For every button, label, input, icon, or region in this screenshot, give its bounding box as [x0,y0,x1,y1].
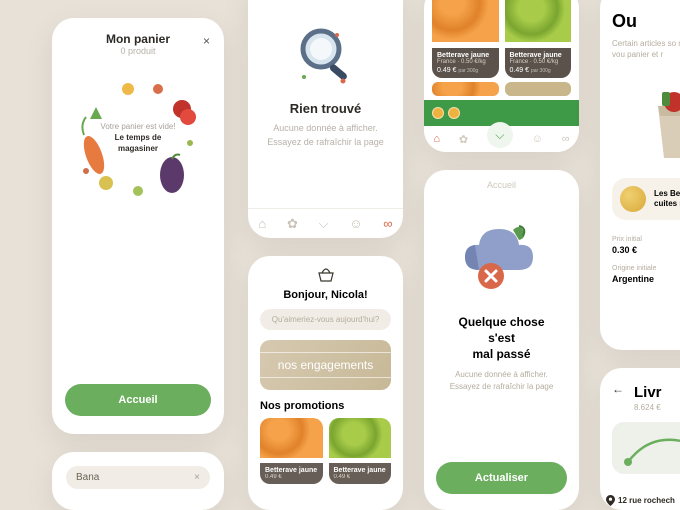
nav-basket-icon[interactable]: ⌵ [319,216,329,232]
screen-cart: Mon panier 0 produit × Votre panier [52,18,224,434]
refresh-button[interactable]: Actualiser [436,462,568,494]
breadcrumb: Accueil [424,170,579,204]
cart-header: Mon panier 0 produit [52,18,224,58]
screen-search-chip: Bana × [52,452,224,510]
delivery-map[interactable] [612,422,680,474]
empty-cart-text: Votre panier est vide! Le temps de magas… [73,72,203,202]
nav-link-icon[interactable]: ∞ [562,133,570,145]
bottom-nav: ⌂ ✿ ⌵ ☺ ∞ [248,208,403,238]
origin-value: Argentine [612,274,680,284]
nav-user-icon[interactable]: ☺ [349,216,362,231]
basket-icon [260,268,391,285]
section-title: Nos promotions [260,400,391,412]
engagement-banner[interactable]: nos engagements [260,340,391,390]
cloud-error-illustration [424,222,579,300]
cart-subtitle: 0 produit [52,46,224,56]
screen-error: Accueil Quelque chose s'estmal passé Auc… [424,170,579,510]
address-pin: 12 rue rochech [606,495,675,506]
product-card[interactable]: Betterave jaune0.49 € [260,418,323,484]
price-label: Prix initial [612,236,680,243]
product-row[interactable]: Les Betterav cuites sous-v [612,178,680,220]
screen-home: Bonjour, Nicola! Qu'aimeriez-vous aujour… [248,256,403,510]
page-title: Ou [612,11,680,32]
magnifier-illustration [248,0,403,93]
cart-title: Mon panier [52,32,224,46]
cart-item-dot [448,107,460,119]
back-icon[interactable]: ← [612,382,624,396]
nav-user-icon[interactable]: ☺ [532,133,543,145]
grocery-bag-illustration [612,72,680,164]
product-thumb [620,186,646,212]
close-icon[interactable]: × [203,34,210,48]
empty-desc: Aucune donnée à afficher.Essayez de rafr… [262,122,389,149]
empty-cart-illustration: Votre panier est vide! Le temps de magas… [73,72,203,202]
go-home-button[interactable]: Accueil [65,384,211,416]
delivery-amount: 8.624 € [634,403,680,412]
bottom-nav: ⌂ ✿ ⌵ ☺ ∞ [424,126,579,152]
clear-icon[interactable]: × [194,472,200,483]
error-title: Quelque chose s'estmal passé [424,300,579,369]
nav-home-icon[interactable]: ⌂ [258,216,266,231]
nav-home-icon[interactable]: ⌂ [433,133,440,145]
nav-carrot-icon[interactable]: ✿ [287,216,298,232]
nav-basket-icon[interactable]: ⌵ [487,122,513,148]
search-chip[interactable]: Bana × [66,466,210,489]
product-card[interactable]: Betterave jauneFrance · 0.50 €/kg0.49 € … [432,0,499,78]
screen-product-grid: Betterave jauneFrance · 0.50 €/kg0.49 € … [424,0,579,152]
product-name: Les Betterav cuites sous-v [654,189,680,210]
nav-carrot-icon[interactable]: ✿ [459,133,468,146]
cart-item-dot [432,107,444,119]
product-card[interactable]: Betterave jauneFrance · 0.50 €/kg0.49 € … [505,0,572,78]
breadcrumb: Mon [612,0,680,5]
screen-empty-state: Rien trouvé Aucune donnée à afficher.Ess… [248,0,403,238]
empty-title: Rien trouvé [262,101,389,116]
origin-label: Origine initiale [612,265,680,272]
page-title: Livr [634,384,680,401]
screen-delivery: ← Livr 8.624 € 12 rue rochech [600,368,680,510]
error-desc: Aucune donnée à afficher.Essayez de rafr… [424,369,579,393]
greeting: Bonjour, Nicola! [260,289,391,301]
page-subtitle: Certain articles so moment où vou panier… [612,38,680,60]
price-value: 0.30 € [612,245,680,255]
search-chip-text: Bana [76,472,99,483]
search-input[interactable]: Qu'aimeriez-vous aujourd'hui? [260,309,391,330]
product-card[interactable]: Betterave jaune0.49 € [329,418,392,484]
screen-detail: Mon Ou Certain articles so moment où vou… [600,0,680,350]
nav-link-icon[interactable]: ∞ [383,216,392,231]
